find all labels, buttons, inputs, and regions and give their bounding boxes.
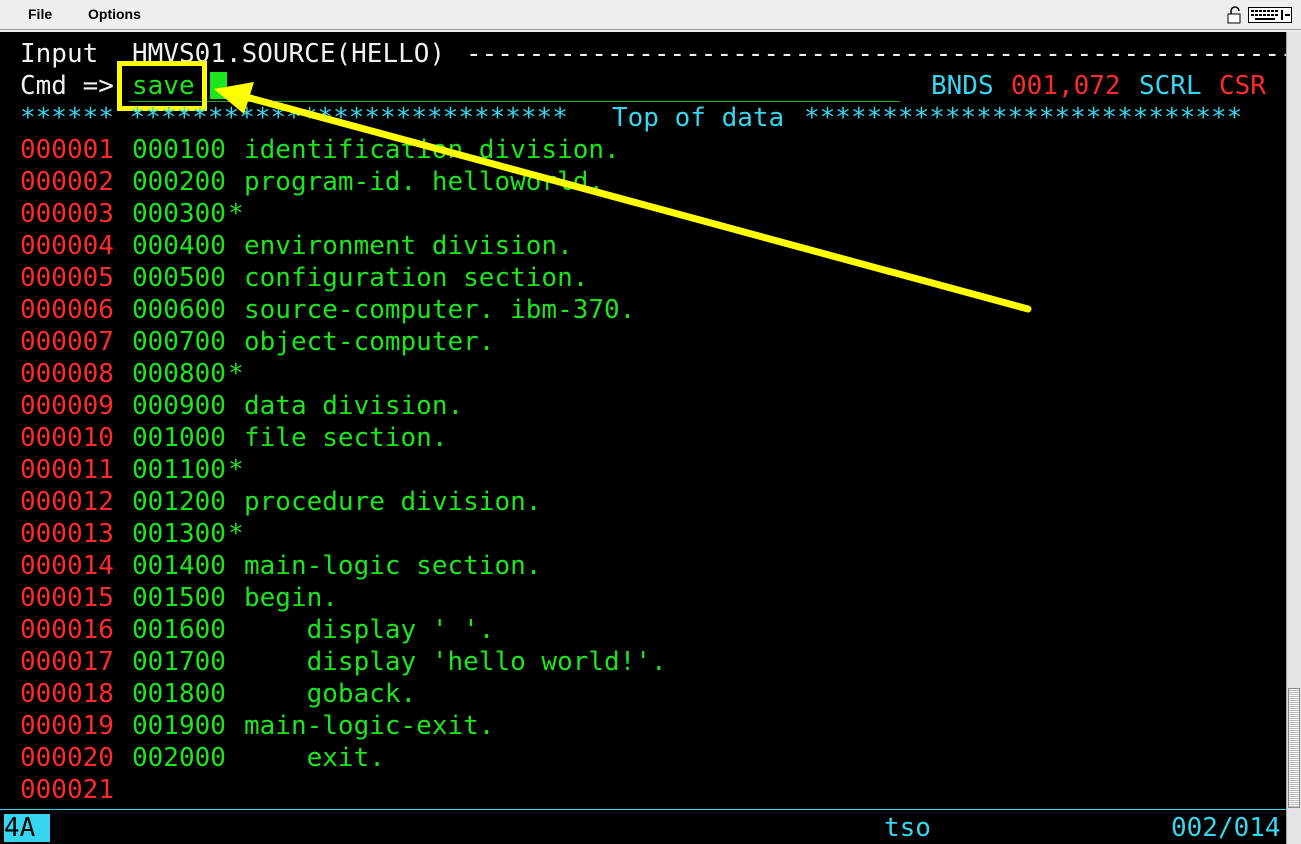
sequence-number[interactable]: 000600	[132, 295, 226, 325]
sequence-number[interactable]: 000900	[132, 391, 226, 421]
source-text[interactable]: *	[228, 359, 244, 389]
source-text[interactable]: *	[228, 199, 244, 229]
bnds-value: 001,072	[1011, 71, 1121, 101]
line-number[interactable]: 000021	[20, 775, 114, 805]
source-text[interactable]: data division.	[244, 391, 463, 421]
sequence-number[interactable]: 000700	[132, 327, 226, 357]
line-number[interactable]: 000004	[20, 231, 114, 261]
sequence-number[interactable]: 001900	[132, 711, 226, 741]
source-text[interactable]: main-logic-exit.	[244, 711, 494, 741]
line-number[interactable]: 000005	[20, 263, 114, 293]
line-number[interactable]: 000015	[20, 583, 114, 613]
line-number[interactable]: 000013	[20, 519, 114, 549]
header-line: Input HMVS01.SOURCE(HELLO) -------------…	[20, 39, 1286, 69]
source-text[interactable]: display ' '.	[244, 615, 495, 645]
line-number[interactable]: 000016	[20, 615, 114, 645]
source-text[interactable]: procedure division.	[244, 487, 541, 517]
line-number[interactable]: 000003	[20, 199, 114, 229]
sequence-number[interactable]: 000100	[132, 135, 226, 165]
source-text[interactable]: identification division.	[244, 135, 620, 165]
line-number[interactable]: 000002	[20, 167, 114, 197]
oia-divider	[0, 809, 1286, 810]
source-text[interactable]: *	[228, 455, 244, 485]
sequence-number[interactable]: 001300	[132, 519, 226, 549]
line-number[interactable]: 000012	[20, 487, 114, 517]
edit-mode: Input	[20, 39, 99, 69]
scrl-label: SCRL	[1139, 71, 1202, 101]
source-text[interactable]: program-id. helloworld.	[244, 167, 604, 197]
source-text[interactable]: environment division.	[244, 231, 573, 261]
bnds-label: BNDS	[931, 71, 994, 101]
sequence-number[interactable]: 000300	[132, 199, 226, 229]
sequence-number[interactable]: 000500	[132, 263, 226, 293]
line-number[interactable]: 000007	[20, 327, 114, 357]
source-text[interactable]: display 'hello world!'.	[244, 647, 667, 677]
sequence-number[interactable]: 001400	[132, 551, 226, 581]
source-text[interactable]: main-logic section.	[244, 551, 541, 581]
menu-file[interactable]: File	[28, 6, 52, 22]
top-of-data-line: ****** **************************** Top …	[20, 103, 1242, 133]
sequence-number[interactable]: 001700	[132, 647, 226, 677]
sequence-number[interactable]: 000400	[132, 231, 226, 261]
header-rule: ----------------------------------------…	[466, 39, 1286, 69]
line-number[interactable]: 000018	[20, 679, 114, 709]
source-text[interactable]: object-computer.	[244, 327, 494, 357]
lock-icon	[1226, 6, 1242, 24]
menu-options[interactable]: Options	[88, 6, 141, 22]
vertical-scrollbar[interactable]	[1286, 32, 1301, 844]
source-text[interactable]: begin.	[244, 583, 338, 613]
terminal-screen[interactable]: Input HMVS01.SOURCE(HELLO) -------------…	[0, 32, 1286, 844]
sequence-number[interactable]: 001600	[132, 615, 226, 645]
sequence-number[interactable]: 001800	[132, 679, 226, 709]
line-number[interactable]: 000006	[20, 295, 114, 325]
source-text[interactable]: goback.	[244, 679, 417, 709]
sequence-number[interactable]: 002000	[132, 743, 226, 773]
scrl-value[interactable]: CSR	[1219, 71, 1266, 101]
command-field-underline	[130, 101, 900, 102]
top-of-data-stars-right: ****************************	[804, 103, 1243, 133]
line-number[interactable]: 000011	[20, 455, 114, 485]
command-prompt: Cmd =>	[20, 71, 114, 101]
source-text[interactable]: configuration section.	[244, 263, 588, 293]
line-number[interactable]: 000019	[20, 711, 114, 741]
keyboard-icon	[1248, 6, 1292, 24]
line-number[interactable]: 000020	[20, 743, 114, 773]
source-text[interactable]: exit.	[244, 743, 385, 773]
cursor-position: 002/014	[1171, 813, 1281, 843]
line-number[interactable]: 000014	[20, 551, 114, 581]
source-text[interactable]: *	[228, 519, 244, 549]
line-number[interactable]: 000008	[20, 359, 114, 389]
line-number[interactable]: 000017	[20, 647, 114, 677]
sequence-number[interactable]: 000800	[132, 359, 226, 389]
source-text[interactable]: source-computer. ibm-370.	[244, 295, 635, 325]
sequence-number[interactable]: 001500	[132, 583, 226, 613]
line-number[interactable]: 000001	[20, 135, 114, 165]
top-of-data-stars-left: ****** ****************************	[20, 103, 568, 133]
sequence-number[interactable]: 000200	[132, 167, 226, 197]
sequence-number[interactable]: 001100	[132, 455, 226, 485]
scrollbar-thumb[interactable]	[1288, 688, 1300, 808]
text-cursor	[210, 72, 227, 99]
top-of-data-label: Top of data	[612, 103, 785, 133]
command-line: Cmd => save BNDS 001,072 SCRL CSR	[20, 71, 1266, 101]
sequence-number[interactable]: 001000	[132, 423, 226, 453]
sequence-number[interactable]: 001200	[132, 487, 226, 517]
line-number[interactable]: 000009	[20, 391, 114, 421]
oia-indicator: 4A	[4, 814, 50, 842]
menubar: File Options	[0, 0, 1301, 30]
session-name: tso	[884, 813, 931, 843]
source-text[interactable]: file section.	[244, 423, 448, 453]
line-number[interactable]: 000010	[20, 423, 114, 453]
